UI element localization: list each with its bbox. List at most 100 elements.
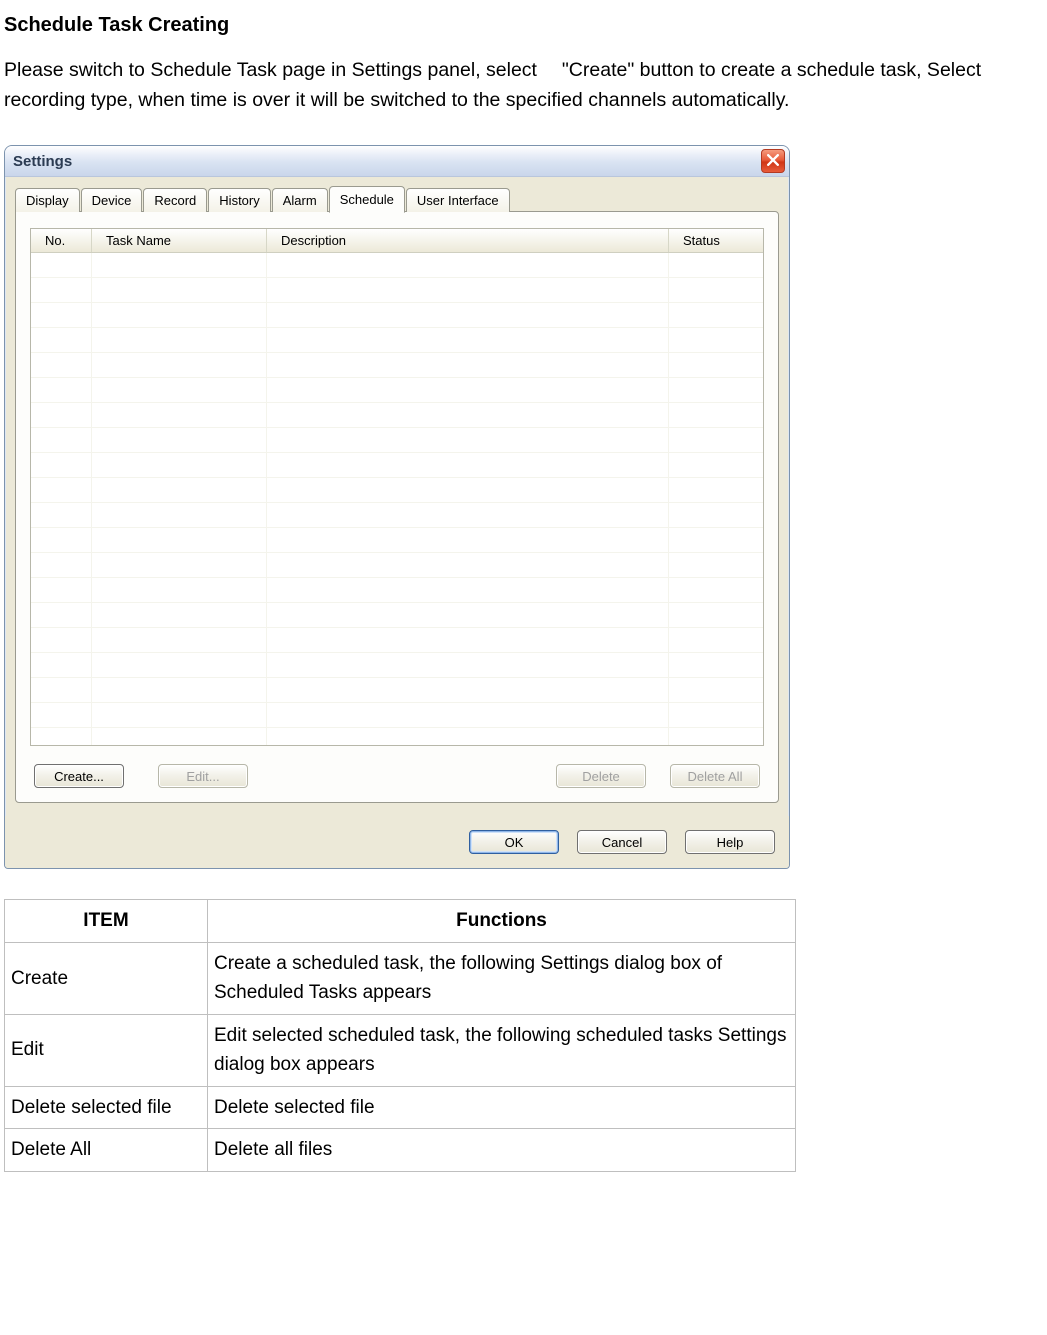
table-cell (31, 253, 92, 277)
table-cell (669, 728, 763, 746)
ok-button[interactable]: OK (469, 830, 559, 854)
help-button[interactable]: Help (685, 830, 775, 854)
table-cell (267, 378, 669, 402)
table-cell (31, 628, 92, 652)
table-cell (267, 728, 669, 746)
close-icon (767, 154, 779, 169)
table-cell (31, 478, 92, 502)
table-row[interactable] (31, 303, 763, 328)
col-description[interactable]: Description (267, 229, 669, 252)
table-row[interactable] (31, 428, 763, 453)
table-cell (669, 353, 763, 377)
tab-record[interactable]: Record (143, 188, 207, 212)
doc-table: ITEM Functions CreateCreate a scheduled … (4, 899, 796, 1171)
doc-table-head-functions: Functions (208, 900, 796, 942)
table-cell (267, 678, 669, 702)
delete-all-button[interactable]: Delete All (670, 764, 760, 788)
delete-button[interactable]: Delete (556, 764, 646, 788)
table-row[interactable] (31, 528, 763, 553)
table-cell (92, 553, 267, 577)
table-cell (267, 328, 669, 352)
task-listview[interactable]: No. Task Name Description Status (30, 228, 764, 746)
settings-dialog: Settings Display Device Record History A… (4, 145, 790, 869)
table-cell (92, 403, 267, 427)
table-cell (92, 728, 267, 746)
table-cell (92, 528, 267, 552)
table-row[interactable] (31, 378, 763, 403)
table-cell (92, 703, 267, 727)
table-cell (267, 653, 669, 677)
table-row[interactable] (31, 353, 763, 378)
table-cell (31, 303, 92, 327)
table-cell (31, 728, 92, 746)
table-cell (31, 453, 92, 477)
col-status[interactable]: Status (669, 229, 763, 252)
table-row[interactable] (31, 478, 763, 503)
table-row[interactable] (31, 703, 763, 728)
create-button[interactable]: Create... (34, 764, 124, 788)
table-cell (92, 353, 267, 377)
table-row[interactable] (31, 553, 763, 578)
table-row[interactable] (31, 278, 763, 303)
tab-schedule[interactable]: Schedule (329, 186, 405, 213)
table-cell (92, 378, 267, 402)
doc-function-cell: Edit selected scheduled task, the follow… (208, 1014, 796, 1086)
table-cell (92, 328, 267, 352)
table-cell (669, 278, 763, 302)
table-cell (669, 678, 763, 702)
table-row: Delete selected fileDelete selected file (5, 1086, 796, 1128)
edit-button[interactable]: Edit... (158, 764, 248, 788)
table-cell (92, 628, 267, 652)
tab-user-interface[interactable]: User Interface (406, 188, 510, 212)
table-row[interactable] (31, 453, 763, 478)
table-row: CreateCreate a scheduled task, the follo… (5, 942, 796, 1014)
table-cell (92, 603, 267, 627)
table-cell (92, 428, 267, 452)
table-row[interactable] (31, 403, 763, 428)
table-row[interactable] (31, 628, 763, 653)
table-cell (31, 403, 92, 427)
table-row[interactable] (31, 578, 763, 603)
table-cell (92, 503, 267, 527)
tabstrip: Display Device Record History Alarm Sche… (15, 185, 779, 212)
tab-display[interactable]: Display (15, 188, 80, 212)
table-cell (669, 653, 763, 677)
tab-panel-schedule: No. Task Name Description Status Create.… (15, 211, 779, 803)
col-no[interactable]: No. (31, 229, 92, 252)
table-row[interactable] (31, 728, 763, 746)
table-cell (31, 428, 92, 452)
table-row[interactable] (31, 253, 763, 278)
table-cell (669, 378, 763, 402)
table-cell (669, 528, 763, 552)
col-task-name[interactable]: Task Name (92, 229, 267, 252)
table-cell (31, 553, 92, 577)
table-cell (669, 603, 763, 627)
tab-history[interactable]: History (208, 188, 270, 212)
table-cell (669, 628, 763, 652)
table-cell (92, 453, 267, 477)
table-row[interactable] (31, 503, 763, 528)
doc-item-cell: Delete All (5, 1129, 208, 1171)
table-cell (267, 478, 669, 502)
table-row[interactable] (31, 678, 763, 703)
table-row[interactable] (31, 328, 763, 353)
table-cell (31, 678, 92, 702)
doc-function-cell: Create a scheduled task, the following S… (208, 942, 796, 1014)
table-row[interactable] (31, 653, 763, 678)
table-cell (92, 578, 267, 602)
close-button[interactable] (761, 149, 785, 173)
table-cell (92, 253, 267, 277)
doc-heading: Schedule Task Creating (4, 14, 1043, 37)
table-cell (267, 703, 669, 727)
table-cell (669, 403, 763, 427)
table-cell (31, 503, 92, 527)
cancel-button[interactable]: Cancel (577, 830, 667, 854)
table-cell (31, 278, 92, 302)
doc-table-head-item: ITEM (5, 900, 208, 942)
table-cell (669, 303, 763, 327)
table-row[interactable] (31, 603, 763, 628)
tab-alarm[interactable]: Alarm (272, 188, 328, 212)
table-cell (31, 328, 92, 352)
tab-device[interactable]: Device (81, 188, 143, 212)
table-cell (267, 303, 669, 327)
